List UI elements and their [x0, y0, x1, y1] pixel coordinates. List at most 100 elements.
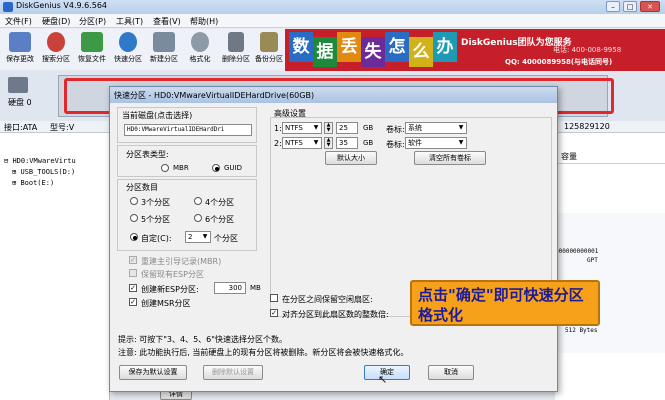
quick-partition-button[interactable]: 快速分区	[110, 31, 146, 67]
gpt-label: GPT	[587, 257, 598, 264]
partition-count-group: 分区数目 3个分区 4个分区 5个分区 6个分区 自定(C): 2 ▼ 个分区	[117, 179, 257, 251]
window-titlebar: DiskGenius V4.9.6.564 – □ ✕	[0, 0, 665, 14]
menu-disk[interactable]: 硬盘(D)	[42, 16, 70, 27]
three-partitions-label: 3个分区	[141, 198, 171, 207]
hex-value: 000000000001	[555, 248, 599, 255]
guid-radio[interactable]	[212, 164, 220, 172]
mbr-radio[interactable]	[161, 164, 169, 172]
keep-esp-label: 保留现有ESP分区	[141, 270, 204, 279]
chevron-down-icon: ▼	[202, 233, 208, 240]
esp-unit: MB	[250, 284, 261, 292]
keep-free-sectors-checkbox[interactable]	[270, 294, 278, 302]
banner-phone: 电话: 400-008-9958	[553, 46, 622, 54]
rebuild-mbr-label: 重建主引导记录(MBR)	[141, 257, 222, 266]
partition-1-spin-icon[interactable]: ▲ ▼	[324, 122, 333, 134]
partition-table-type-group: 分区表类型: MBR GUID	[117, 145, 257, 177]
partition-2-size-input[interactable]: 35	[336, 137, 358, 149]
save-icon	[9, 32, 31, 52]
mbr-label: MBR	[173, 164, 189, 172]
five-partitions-radio[interactable]	[130, 214, 138, 222]
mouse-cursor-icon: ↖	[378, 373, 388, 386]
custom-count-radio[interactable]	[130, 233, 138, 241]
minimize-button[interactable]: –	[606, 1, 620, 12]
partition-1-volume-select[interactable]: 系统 ▼	[405, 122, 467, 134]
banner-tile: 办	[433, 32, 457, 62]
window-title: DiskGenius V4.9.6.564	[16, 1, 108, 10]
partition-2-fs-select[interactable]: NTFS ▼	[282, 137, 322, 149]
partition-1-index: 1:	[274, 124, 282, 133]
save-changes-button[interactable]: 保存更改	[2, 31, 38, 67]
ad-banner[interactable]: 数 据 丢 失 怎 么 办 DiskGenius团队为您服务 电话: 400-0…	[285, 29, 665, 71]
disk-tree: ⊟ HD0:VMwareVirtu ⊞ USB_TOOLS(D:) ⊞ Boot…	[0, 133, 110, 400]
partition-1-fs-select[interactable]: NTFS ▼	[282, 122, 322, 134]
partition-1-unit: GB	[363, 124, 374, 132]
banner-tile: 失	[361, 37, 385, 67]
quick-partition-icon	[119, 32, 137, 52]
menu-tools[interactable]: 工具(T)	[116, 16, 143, 27]
tree-item-boot[interactable]: ⊞ Boot(E:)	[12, 179, 54, 187]
instruction-callout: 点击"确定"即可快速分区格式化	[410, 280, 600, 326]
esp-size-input[interactable]: 300	[214, 282, 246, 294]
table-type-label: 分区表类型:	[126, 150, 169, 159]
menu-bar: 文件(F) 硬盘(D) 分区(P) 工具(T) 查看(V) 帮助(H)	[0, 14, 665, 28]
menu-file[interactable]: 文件(F)	[5, 16, 32, 27]
four-partitions-radio[interactable]	[194, 197, 202, 205]
search-icon	[47, 32, 65, 52]
cancel-button[interactable]: 取消	[428, 365, 474, 380]
model-info: 型号:V	[50, 123, 75, 132]
recover-files-button[interactable]: 恢复文件	[74, 31, 110, 67]
tree-item-usb-tools[interactable]: ⊞ USB_TOOLS(D:)	[12, 168, 75, 176]
close-button[interactable]: ✕	[640, 1, 660, 12]
six-partitions-label: 6个分区	[205, 215, 235, 224]
create-esp-checkbox[interactable]: ✓	[129, 284, 137, 292]
create-msr-checkbox[interactable]: ✓	[129, 298, 137, 306]
default-size-button[interactable]: 默认大小	[325, 151, 377, 165]
divider	[555, 163, 665, 164]
format-icon	[191, 32, 209, 52]
search-partition-button[interactable]: 搜索分区	[38, 31, 74, 67]
tree-item-hd0[interactable]: ⊟ HD0:VMwareVirtu	[4, 157, 76, 165]
sector-count: 125829120	[564, 122, 610, 131]
six-partitions-radio[interactable]	[194, 214, 202, 222]
save-default-settings-button[interactable]: 保存为默认设置	[119, 365, 187, 380]
warning-text: 注意: 此功能执行后, 当前硬盘上的现有分区将被删除。新分区将会被快速格式化。	[118, 348, 409, 357]
delete-default-settings-button[interactable]: 删除默认设置	[203, 365, 263, 380]
clear-volume-labels-button[interactable]: 清空所有卷标	[414, 151, 486, 165]
keep-free-sectors-label: 在分区之间保留空闲扇区:	[282, 295, 373, 304]
keep-esp-checkbox[interactable]	[129, 269, 137, 277]
menu-partition[interactable]: 分区(P)	[79, 16, 106, 27]
delete-partition-button[interactable]: 删除分区	[218, 31, 254, 67]
menu-view[interactable]: 查看(V)	[153, 16, 181, 27]
dialog-title: 快速分区 - HD0:VMwareVirtualIDEHardDrive(60G…	[114, 91, 315, 100]
banner-tile: 据	[313, 37, 337, 67]
partition-list: 容量 000000000001 GPT 512 Bytes	[555, 133, 665, 400]
format-button[interactable]: 格式化	[182, 31, 218, 67]
align-sectors-checkbox[interactable]: ✓	[270, 309, 278, 317]
custom-count-suffix: 个分区	[214, 234, 238, 243]
five-partitions-label: 5个分区	[141, 215, 171, 224]
partition-2-spin-icon[interactable]: ▲ ▼	[324, 137, 333, 149]
app-icon	[3, 2, 13, 12]
custom-count-select[interactable]: 2 ▼	[185, 231, 211, 243]
three-partitions-radio[interactable]	[130, 197, 138, 205]
menu-help[interactable]: 帮助(H)	[190, 16, 218, 27]
rebuild-mbr-checkbox[interactable]: ✓	[129, 256, 137, 264]
quick-partition-dialog: 快速分区 - HD0:VMwareVirtualIDEHardDrive(60G…	[109, 86, 558, 392]
four-partitions-label: 4个分区	[205, 198, 235, 207]
partition-2-volume-select[interactable]: 软件 ▼	[405, 137, 467, 149]
sector-size: 512 Bytes	[565, 327, 598, 334]
hard-disk-icon	[8, 77, 28, 93]
banner-tile: 数	[289, 32, 313, 62]
new-partition-button[interactable]: 新建分区	[146, 31, 182, 67]
chevron-down-icon: ▼	[458, 139, 464, 146]
current-disk-select[interactable]: HD0:VMwareVirtualIDEHardDri	[124, 124, 252, 136]
partition-2-volume-label: 卷标:	[386, 140, 405, 149]
toolbar: 保存更改 搜索分区 恢复文件 快速分区 新建分区 格式化 删除分区 备份分区	[0, 29, 285, 69]
column-capacity[interactable]: 容量	[561, 151, 577, 162]
backup-partition-button[interactable]: 备份分区	[254, 31, 284, 67]
partition-1-size-input[interactable]: 25	[336, 122, 358, 134]
maximize-button[interactable]: □	[623, 1, 637, 12]
current-disk-group: 当前磁盘(点击选择) HD0:VMwareVirtualIDEHardDri	[117, 107, 257, 143]
hint-text: 提示: 可按下"3、4、5、6"快速选择分区个数。	[118, 335, 287, 344]
recover-icon	[81, 32, 103, 52]
